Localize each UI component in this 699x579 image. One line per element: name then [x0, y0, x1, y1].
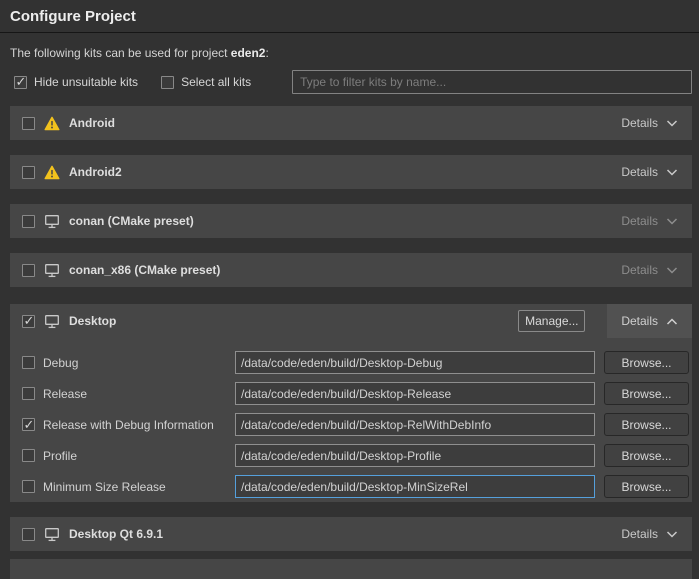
desktop-icon — [44, 263, 60, 278]
intro-text: The following kits can be used for proje… — [10, 46, 689, 60]
kit-filter-controls: Hide unsuitable kits Select all kits — [14, 70, 692, 94]
browse-button[interactable]: Browse... — [604, 444, 689, 467]
browse-button[interactable]: Browse... — [604, 475, 689, 498]
details-label: Details — [621, 116, 658, 130]
details-button[interactable]: Details — [607, 517, 692, 551]
config-label: Debug — [43, 356, 235, 370]
details-label: Details — [621, 314, 658, 328]
browse-button[interactable]: Browse... — [604, 413, 689, 436]
details-button[interactable]: Details — [607, 253, 692, 287]
kit-section-desktop-qt: Desktop Qt 6.9.1 Details — [10, 517, 692, 551]
config-label: Release with Debug Information — [43, 418, 235, 432]
build-dir-input[interactable] — [235, 351, 595, 374]
select-all-label[interactable]: Select all kits — [181, 75, 251, 89]
config-checkbox[interactable] — [22, 356, 35, 369]
project-name: eden2 — [231, 46, 266, 60]
kit-row[interactable]: Desktop Manage... Details — [10, 304, 692, 338]
build-config-row-minsizerel: Minimum Size Release Browse... — [20, 475, 689, 498]
details-button[interactable]: Details — [607, 106, 692, 140]
intro-after: : — [265, 46, 268, 60]
build-dir-input[interactable] — [235, 444, 595, 467]
intro-before: The following kits can be used for proje… — [10, 46, 231, 60]
desktop-icon — [44, 314, 60, 329]
config-label: Release — [43, 387, 235, 401]
details-button[interactable]: Details — [607, 204, 692, 238]
warning-icon — [44, 165, 60, 180]
kit-section-android: Android Details — [10, 106, 692, 140]
config-label: Minimum Size Release — [43, 480, 235, 494]
kit-row[interactable]: Android2 Details — [10, 155, 692, 189]
kit-name: conan (CMake preset) — [69, 214, 194, 228]
hide-unsuitable-checkbox[interactable] — [14, 76, 27, 89]
chevron-down-icon — [666, 120, 678, 127]
manage-kit-button[interactable]: Manage... — [518, 310, 585, 332]
kit-checkbox[interactable] — [22, 315, 35, 328]
details-button[interactable]: Details — [607, 155, 692, 189]
page-header: Configure Project — [0, 0, 699, 33]
desktop-icon — [44, 527, 60, 542]
select-all-kits-checkbox-group[interactable]: Select all kits — [161, 75, 251, 89]
config-checkbox[interactable] — [22, 449, 35, 462]
config-label: Profile — [43, 449, 235, 463]
hide-unsuitable-kits-checkbox-group[interactable]: Hide unsuitable kits — [14, 75, 138, 89]
build-config-row-profile: Profile Browse... — [20, 444, 689, 467]
desktop-icon — [44, 214, 60, 229]
build-dir-input[interactable] — [235, 382, 595, 405]
build-dir-input[interactable] — [235, 413, 595, 436]
kit-section-android2: Android2 Details — [10, 155, 692, 189]
chevron-down-icon — [666, 169, 678, 176]
page-title: Configure Project — [10, 8, 136, 25]
kit-checkbox[interactable] — [22, 166, 35, 179]
kit-row[interactable]: Android Details — [10, 106, 692, 140]
config-checkbox[interactable] — [22, 418, 35, 431]
kit-name: Desktop Qt 6.9.1 — [69, 527, 163, 541]
details-label: Details — [621, 214, 658, 228]
next-kit-row-partial — [10, 559, 692, 579]
browse-button[interactable]: Browse... — [604, 382, 689, 405]
kit-checkbox[interactable] — [22, 528, 35, 541]
kit-row[interactable]: conan_x86 (CMake preset) Details — [10, 253, 692, 287]
kit-section-desktop: Desktop Manage... Details Debug Browse..… — [10, 304, 692, 502]
kit-section-conan: conan (CMake preset) Details — [10, 204, 692, 238]
details-button[interactable]: Details — [607, 304, 692, 338]
details-label: Details — [621, 165, 658, 179]
kit-filter-input[interactable] — [292, 70, 692, 94]
kit-checkbox[interactable] — [22, 215, 35, 228]
build-config-row-debug: Debug Browse... — [20, 351, 689, 374]
select-all-checkbox[interactable] — [161, 76, 174, 89]
kit-row[interactable]: conan (CMake preset) Details — [10, 204, 692, 238]
kit-name: Desktop — [69, 314, 116, 328]
kit-section-conan-x86: conan_x86 (CMake preset) Details — [10, 253, 692, 287]
chevron-down-icon — [666, 531, 678, 538]
browse-button[interactable]: Browse... — [604, 351, 689, 374]
hide-unsuitable-label[interactable]: Hide unsuitable kits — [34, 75, 138, 89]
kit-checkbox[interactable] — [22, 264, 35, 277]
config-checkbox[interactable] — [22, 480, 35, 493]
kit-name: Android2 — [69, 165, 122, 179]
kit-name: conan_x86 (CMake preset) — [69, 263, 220, 277]
chevron-down-icon — [666, 267, 678, 274]
config-checkbox[interactable] — [22, 387, 35, 400]
details-label: Details — [621, 263, 658, 277]
build-configurations-panel: Debug Browse... Release Browse... Releas… — [10, 338, 692, 502]
kit-checkbox[interactable] — [22, 117, 35, 130]
build-dir-input[interactable] — [235, 475, 595, 498]
kit-name: Android — [69, 116, 115, 130]
chevron-up-icon — [666, 318, 678, 325]
build-config-row-relwithdebinfo: Release with Debug Information Browse... — [20, 413, 689, 436]
kit-row[interactable]: Desktop Qt 6.9.1 Details — [10, 517, 692, 551]
chevron-down-icon — [666, 218, 678, 225]
build-config-row-release: Release Browse... — [20, 382, 689, 405]
warning-icon — [44, 116, 60, 131]
details-label: Details — [621, 527, 658, 541]
